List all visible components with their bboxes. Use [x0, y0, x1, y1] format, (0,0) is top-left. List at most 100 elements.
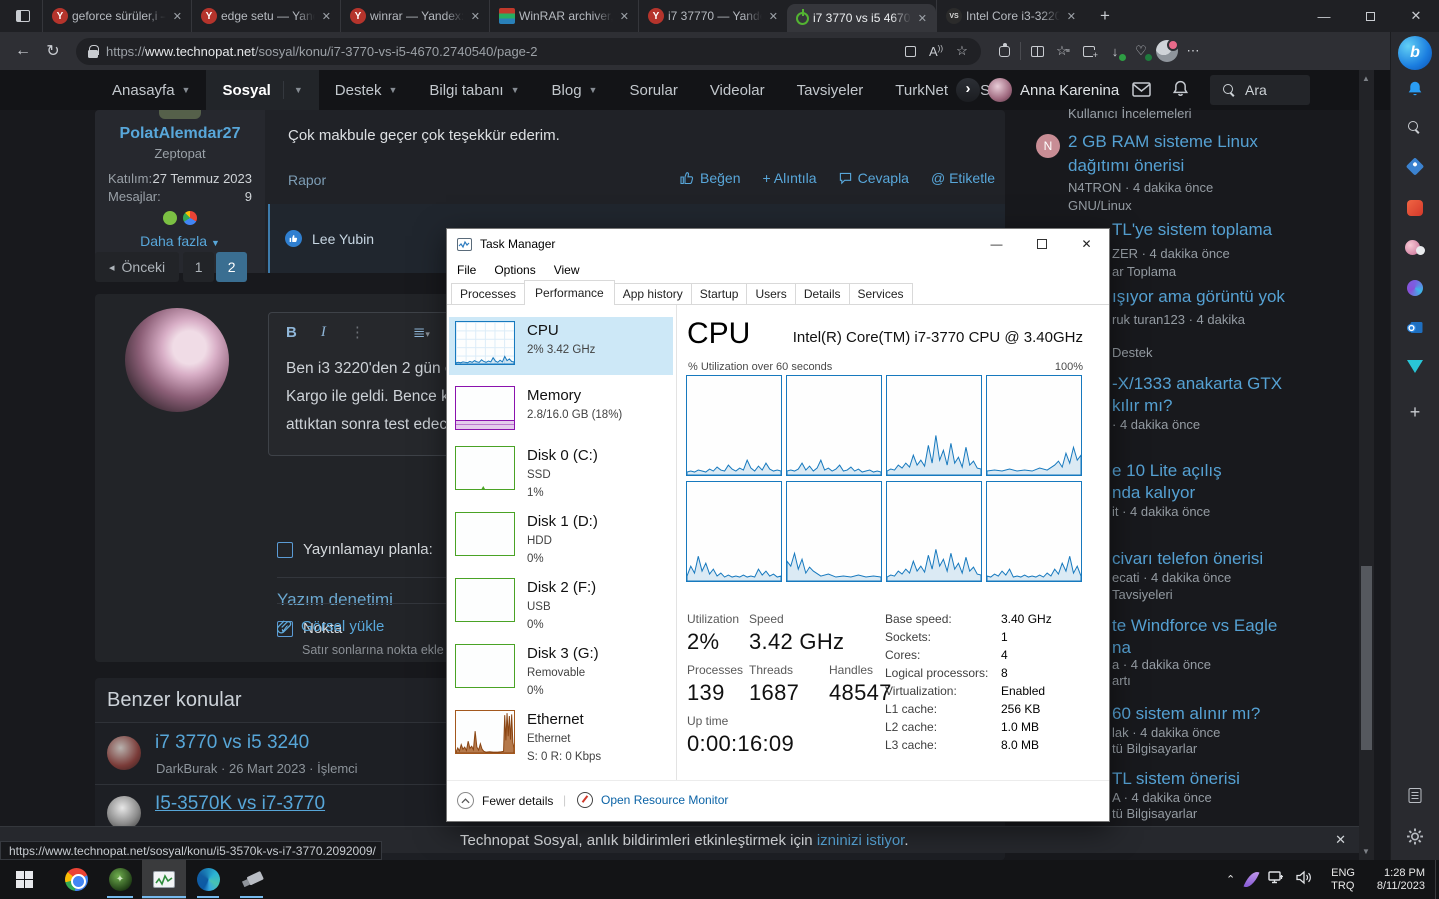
schedule-checkbox[interactable] [277, 541, 293, 558]
nav-item-bilgi-tabani[interactable]: Bilgi tabanı ▼ [413, 70, 535, 110]
topic-category[interactable]: Kullanıcı İncelemeleri [1068, 106, 1192, 121]
browser-essentials-icon[interactable]: ♡ [1128, 39, 1154, 63]
taskbar-task-manager-active[interactable] [142, 860, 186, 899]
sidebar-topic-category[interactable]: tü Bilgisayarlar [1112, 741, 1197, 756]
topic-title[interactable]: i7 3770 vs i5 3240 [155, 732, 309, 754]
tm-sidebar-disk2[interactable]: Disk 2 (F:) USB 0% [449, 574, 673, 632]
tray-expand-chevron-icon[interactable]: ⌃ [1226, 873, 1235, 886]
sidebar-topic-title[interactable]: e 10 Lite açılış [1112, 461, 1222, 481]
sidebar-topic-title[interactable]: -X/1333 anakarta GTX [1112, 374, 1282, 394]
tab-close-icon[interactable]: ✕ [468, 10, 483, 23]
sidebar-topic-category[interactable]: artı [1112, 673, 1131, 688]
bold-button[interactable]: B [286, 324, 297, 341]
tag-button[interactable]: @ Etiketle [931, 170, 995, 186]
scroll-down-icon[interactable]: ▼ [1362, 847, 1370, 856]
tm-sidebar-disk3[interactable]: Disk 3 (G:) Removable 0% [449, 640, 673, 698]
tm-tab-details[interactable]: Details [794, 283, 850, 304]
tm-minimize-button[interactable]: — [974, 230, 1019, 259]
tm-tab-services[interactable]: Services [848, 283, 913, 304]
tm-tab-performance-active[interactable]: Performance [524, 280, 615, 305]
split-screen-icon[interactable] [1024, 39, 1050, 63]
scroll-up-icon[interactable]: ▲ [1362, 74, 1370, 83]
sidebar-settings-gear-icon[interactable] [1407, 828, 1424, 845]
nav-item-blog[interactable]: Blog ▼ [536, 70, 614, 110]
reply-button[interactable]: Cevapla [839, 170, 909, 186]
nav-item-tavsiyeler[interactable]: Tavsiyeler [781, 70, 880, 110]
sidebar-topic-title[interactable]: 2 GB RAM sisteme Linux [1068, 132, 1258, 152]
tm-tab-users[interactable]: Users [746, 283, 796, 304]
tm-title-bar[interactable]: Task Manager — ✕ [447, 229, 1109, 259]
tab-close-icon[interactable]: ✕ [319, 10, 334, 23]
italic-button[interactable]: I [321, 324, 326, 341]
tag-icon[interactable] [1405, 157, 1425, 176]
liked-by-user[interactable]: Lee Yubin [312, 231, 374, 247]
extensions-icon[interactable] [991, 39, 1017, 63]
window-close-button[interactable]: ✕ [1393, 0, 1439, 32]
favorites-icon[interactable]: ☆ ≡ [1050, 39, 1076, 63]
notif-permission-link[interactable]: izninizi istiyor [817, 832, 905, 849]
address-bar[interactable]: https://www.technopat.net/sosyal/konu/i7… [76, 37, 981, 65]
tray-feather-icon[interactable] [1243, 868, 1260, 891]
report-link[interactable]: Rapor [288, 172, 326, 188]
sidebar-topic-category[interactable]: Tavsiyeleri [1112, 587, 1173, 602]
add-sidebar-item-icon[interactable]: + [1410, 402, 1421, 423]
window-maximize-button[interactable] [1347, 0, 1393, 32]
tm-sidebar-disk1[interactable]: Disk 1 (D:) HDD 0% [449, 508, 673, 566]
tab-close-icon[interactable]: ✕ [1064, 10, 1079, 23]
sidebar-topic-title[interactable]: te Windforce vs Eagle [1112, 616, 1277, 636]
sidebar-topic-title[interactable]: civarı telefon önerisi [1112, 549, 1263, 569]
outlook-icon[interactable] [1407, 320, 1424, 335]
start-button[interactable] [2, 860, 46, 899]
shopping-icon[interactable] [1407, 200, 1423, 216]
open-resource-monitor-link[interactable]: Open Resource Monitor [577, 792, 728, 808]
tab-close-icon[interactable]: ✕ [766, 10, 781, 23]
sidebar-topic-title[interactable]: 60 sistem alınır mı? [1112, 704, 1260, 724]
tm-tab-startup[interactable]: Startup [690, 283, 748, 304]
tab-close-icon[interactable]: ✕ [915, 12, 930, 25]
sidebar-topic-title[interactable]: ışıyor ama görüntü yok [1112, 287, 1285, 307]
tab-actions-button[interactable] [8, 5, 38, 27]
tab-close-icon[interactable]: ✕ [617, 10, 632, 23]
taskbar-chrome[interactable] [54, 860, 98, 899]
fewer-details-button[interactable]: Fewer details [457, 792, 553, 809]
collections-icon[interactable]: + [1076, 39, 1102, 63]
sidebar-topic-title[interactable]: kılır mı? [1112, 396, 1172, 416]
window-minimize-button[interactable]: — [1301, 0, 1347, 32]
tm-tab-processes[interactable]: Processes [451, 283, 526, 304]
browser-tab[interactable]: VS Intel Core i3-3220 v ✕ [936, 0, 1085, 32]
tm-menu-file[interactable]: File [457, 263, 476, 277]
tm-tab-app-history[interactable]: App history [613, 283, 692, 304]
tm-close-button[interactable]: ✕ [1064, 230, 1109, 259]
tray-network-icon[interactable] [1268, 870, 1284, 889]
sidebar-search-icon[interactable] [1407, 120, 1423, 136]
nav-item-anasayfa[interactable]: Anasayfa ▼ [96, 70, 206, 110]
tm-sidebar-ethernet[interactable]: Ethernet Ethernet S: 0 R: 0 Kbps [449, 706, 673, 764]
more-menu-icon[interactable]: ⋯ [1180, 39, 1206, 63]
profile-avatar[interactable] [1154, 39, 1180, 63]
notif-close-icon[interactable]: ✕ [1335, 832, 1346, 848]
nav-item-videolar[interactable]: Videolar [694, 70, 781, 110]
refresh-button[interactable]: ↻ [38, 36, 68, 66]
site-search-box[interactable]: Ara [1210, 75, 1310, 105]
tm-maximize-button[interactable] [1019, 230, 1064, 259]
browser-tab[interactable]: Ygeforce sürüler,i — ✕ [42, 0, 191, 32]
sidebar-topic-title[interactable]: nda kalıyor [1112, 483, 1195, 503]
taskbar-usb-app[interactable] [230, 860, 274, 899]
browser-tab[interactable]: WinRAR archiver, a ✕ [489, 0, 638, 32]
downloads-icon[interactable]: ↓ [1102, 39, 1128, 63]
browser-tab-active[interactable]: i7 3770 vs i5 4670 | ✕ [787, 4, 936, 32]
sidebar-topic-category[interactable]: tü Bilgisayarlar [1112, 806, 1197, 821]
sidebar-page-icon[interactable] [1408, 788, 1422, 803]
nav-item-destek[interactable]: Destek ▼ [319, 70, 414, 110]
show-more-link[interactable]: Daha fazla ▼ [95, 233, 265, 249]
more-formatting-icon[interactable]: ⋮ [350, 323, 365, 341]
scrollbar-thumb[interactable] [1361, 566, 1372, 750]
play-swirl-icon[interactable] [1407, 280, 1423, 296]
inbox-mail-icon[interactable] [1132, 82, 1151, 102]
pagination-page-2-current[interactable]: 2 [216, 252, 248, 282]
author-name[interactable]: PolatAlemdar27 [95, 125, 265, 143]
quote-button[interactable]: + Alıntıla [762, 170, 816, 186]
favorite-star-icon[interactable]: ☆ [949, 39, 975, 63]
back-button[interactable]: ← [8, 36, 38, 66]
nav-item-sorular[interactable]: Sorular [613, 70, 693, 110]
